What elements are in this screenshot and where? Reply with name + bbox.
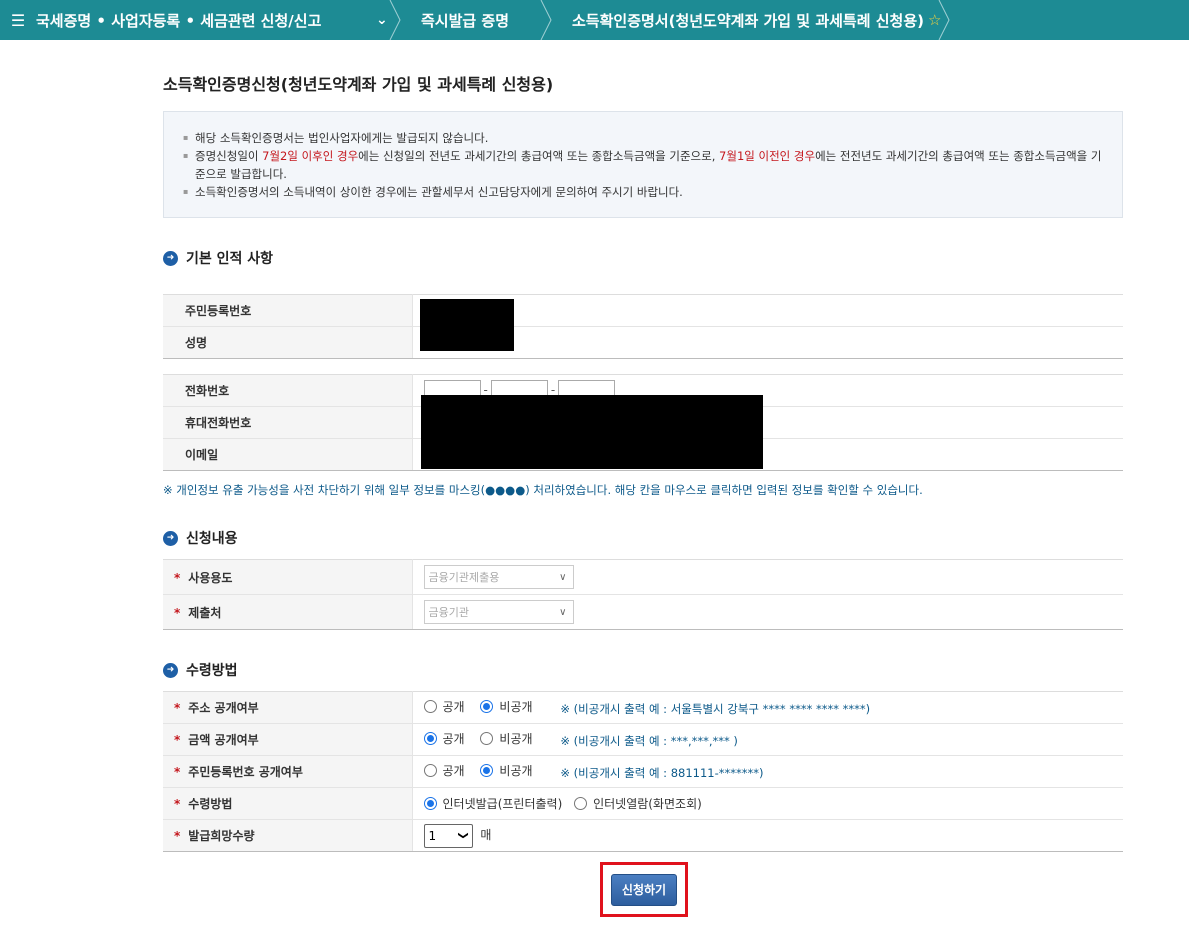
receive-table: * 주소 공개여부 공개 비공개 ※ (비공개시 출력 예 : 서울특별시 강북구… bbox=[163, 691, 1123, 852]
rrn-disclosure-label: * 주민등록번호 공개여부 bbox=[163, 755, 413, 788]
rrn-private-radio[interactable]: 비공개 bbox=[480, 762, 533, 779]
amount-public-radio[interactable]: 공개 bbox=[423, 730, 465, 747]
breadcrumb-label: 즉시발급 증명 bbox=[421, 11, 510, 30]
table-row: * 발급희망수량 1 ❯ 매 bbox=[163, 819, 1123, 852]
email-label: 이메일 bbox=[163, 438, 413, 471]
chevron-down-icon: ⌄ bbox=[376, 12, 388, 28]
breadcrumb-current: 소득확인증명서(청년도약계좌 가입 및 과세특례 신청용) ☆ bbox=[550, 0, 941, 40]
section-basic-info-title: ➜ 기본 인적 사항 bbox=[163, 248, 273, 268]
arrow-circle-icon: ➜ bbox=[163, 662, 178, 678]
arrow-circle-icon: ➜ bbox=[163, 530, 178, 546]
phone-label: 전화번호 bbox=[163, 374, 413, 407]
apply-table: * 사용용도 금융기관제출용 ∨ * 제출처 금융기관 ∨ bbox=[163, 559, 1123, 630]
rrn-public-radio[interactable]: 공개 bbox=[423, 762, 465, 779]
page-title: 소득확인증명신청(청년도약계좌 가입 및 과세특례 신청용) bbox=[163, 75, 554, 94]
section-receive-title: ➜ 수령방법 bbox=[163, 660, 238, 680]
breadcrumb-label: 소득확인증명서(청년도약계좌 가입 및 과세특례 신청용) bbox=[572, 11, 925, 30]
chevron-down-icon: ∨ bbox=[559, 571, 567, 583]
top-nav-bar: ☰ 국세증명 • 사업자등록 • 세금관련 신청/신고 ⌄ 즉시발급 증명 소득… bbox=[0, 0, 1189, 40]
rrn-label: 주민등록번호 bbox=[163, 294, 413, 327]
chevron-down-icon: ❯ bbox=[457, 831, 469, 840]
redacted-block bbox=[420, 299, 514, 351]
arrow-circle-icon: ➜ bbox=[163, 250, 178, 266]
table-row: * 제출처 금융기관 ∨ bbox=[163, 594, 1123, 630]
redacted-block bbox=[421, 395, 763, 469]
rrn-hint: ※ (비공개시 출력 예 : 881111-*******) bbox=[560, 766, 764, 780]
internet-view-radio[interactable]: 인터넷열람(화면조회) bbox=[574, 795, 702, 812]
notice-box: 해당 소득확인증명서는 법인사업자에게는 발급되지 않습니다. 증명신청일이 7… bbox=[163, 111, 1123, 218]
amount-private-radio[interactable]: 비공개 bbox=[480, 730, 533, 747]
amount-hint: ※ (비공개시 출력 예 : ***,***,*** ) bbox=[560, 734, 738, 748]
table-row: * 수령방법 인터넷발급(프린터출력) 인터넷열람(화면조회) bbox=[163, 787, 1123, 820]
basic-info-table: 주민등록번호 성명 bbox=[163, 294, 1123, 359]
table-row: * 금액 공개여부 공개 비공개 ※ (비공개시 출력 예 : ***,***,*… bbox=[163, 723, 1123, 756]
rrn-value[interactable] bbox=[412, 294, 1123, 327]
section-label: 기본 인적 사항 bbox=[186, 251, 274, 267]
breadcrumb-separator bbox=[939, 0, 951, 40]
table-row: 주민등록번호 bbox=[163, 294, 1123, 327]
address-hint: ※ (비공개시 출력 예 : 서울특별시 강북구 **** **** **** … bbox=[560, 702, 871, 716]
hamburger-menu-icon[interactable]: ☰ bbox=[0, 11, 36, 30]
section-label: 수령방법 bbox=[186, 663, 238, 679]
purpose-label: * 사용용도 bbox=[163, 559, 413, 595]
breadcrumb-instant-issue[interactable]: 즉시발급 증명 bbox=[399, 0, 549, 40]
table-row: * 주민등록번호 공개여부 공개 비공개 ※ (비공개시 출력 예 : 88111… bbox=[163, 755, 1123, 788]
quantity-unit: 매 bbox=[480, 828, 492, 842]
notice-item: 해당 소득확인증명서는 법인사업자에게는 발급되지 않습니다. bbox=[183, 129, 1102, 147]
destination-label: * 제출처 bbox=[163, 594, 413, 630]
nav-menu-dropdown[interactable]: 국세증명 • 사업자등록 • 세금관련 신청/신고 ⌄ bbox=[36, 0, 398, 40]
nav-menu-title: 국세증명 • 사업자등록 • 세금관련 신청/신고 bbox=[36, 11, 322, 30]
quantity-select[interactable]: 1 ❯ bbox=[423, 823, 473, 848]
submit-button[interactable]: 신청하기 bbox=[611, 873, 677, 906]
amount-disclosure-label: * 금액 공개여부 bbox=[163, 723, 413, 756]
table-row: * 사용용도 금융기관제출용 ∨ bbox=[163, 559, 1123, 595]
mobile-label: 휴대전화번호 bbox=[163, 406, 413, 439]
masking-note: ※ 개인정보 유출 가능성을 사전 차단하기 위해 일부 정보를 마스킹(●●●… bbox=[163, 483, 923, 497]
receive-method-label: * 수령방법 bbox=[163, 787, 413, 820]
address-public-radio[interactable]: 공개 bbox=[423, 698, 465, 715]
quantity-label: * 발급희망수량 bbox=[163, 819, 413, 852]
notice-item: 증명신청일이 7월2일 이후인 경우에는 신청일의 전년도 과세기간의 총급여액… bbox=[183, 147, 1102, 183]
table-row: * 주소 공개여부 공개 비공개 ※ (비공개시 출력 예 : 서울특별시 강북구… bbox=[163, 691, 1123, 724]
name-value[interactable] bbox=[412, 326, 1123, 359]
purpose-select[interactable]: 금융기관제출용 ∨ bbox=[423, 565, 574, 589]
notice-item: 소득확인증명서의 소득내역이 상이한 경우에는 관할세무서 신고담당자에게 문의… bbox=[183, 183, 1102, 201]
section-apply-title: ➜ 신청내용 bbox=[163, 528, 238, 548]
section-label: 신청내용 bbox=[186, 531, 238, 547]
internet-print-radio[interactable]: 인터넷발급(프린터출력) bbox=[423, 795, 562, 812]
submit-highlight-box: 신청하기 bbox=[600, 862, 688, 917]
destination-select[interactable]: 금융기관 ∨ bbox=[423, 600, 574, 624]
address-disclosure-label: * 주소 공개여부 bbox=[163, 691, 413, 724]
address-private-radio[interactable]: 비공개 bbox=[480, 698, 533, 715]
chevron-down-icon: ∨ bbox=[559, 606, 567, 618]
table-row: 성명 bbox=[163, 326, 1123, 359]
name-label: 성명 bbox=[163, 326, 413, 359]
